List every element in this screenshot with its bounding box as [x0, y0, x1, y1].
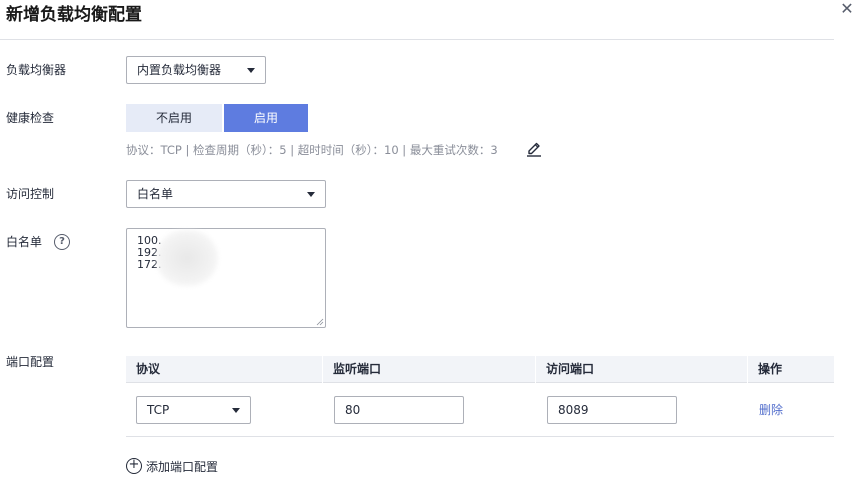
add-port-config-label: 添加端口配置 [146, 459, 219, 474]
port-config-label: 端口配置 [6, 355, 55, 369]
load-balancer-label: 负载均衡器 [6, 63, 67, 77]
caret-down-icon [247, 68, 255, 73]
access-port-input[interactable]: 8089 [547, 396, 677, 424]
protocol-select[interactable]: TCP [136, 396, 251, 424]
close-icon[interactable]: ✕ [840, 1, 854, 17]
redaction-blur [156, 230, 218, 286]
table-row-divider [126, 436, 834, 437]
health-check-on-button[interactable]: 启用 [224, 104, 308, 132]
title-divider [0, 39, 834, 40]
add-port-config-button[interactable]: + 添加端口配置 [126, 457, 218, 475]
column-header-protocol: 协议 [136, 362, 161, 376]
caret-down-icon [307, 192, 315, 197]
delete-row-link[interactable]: 删除 [759, 402, 783, 418]
health-check-info: 协议：TCP | 检查周期（秒）：5 | 超时时间（秒）：10 | 最大重试次数… [126, 143, 498, 157]
access-control-label: 访问控制 [6, 187, 55, 201]
load-balancer-select-value: 内置负载均衡器 [137, 63, 222, 77]
dialog-title: 新增负载均衡配置 [6, 5, 142, 25]
health-check-off-button[interactable]: 不启用 [126, 104, 222, 132]
access-control-select-value: 白名单 [137, 187, 174, 201]
health-check-label: 健康检查 [6, 111, 55, 125]
load-balancer-select[interactable]: 内置负载均衡器 [126, 56, 266, 84]
whitelist-label: 白名单 [6, 235, 43, 249]
whitelist-textarea[interactable]: 100. 192. 172. [126, 228, 326, 328]
listen-port-input[interactable]: 80 [334, 396, 464, 424]
caret-down-icon [232, 408, 240, 413]
pencil-icon[interactable] [526, 139, 542, 157]
plus-circle-icon: + [126, 458, 142, 474]
port-table-header: 协议 监听端口 访问端口 操作 [126, 356, 834, 383]
protocol-select-value: TCP [147, 403, 170, 417]
question-circle-icon[interactable]: ? [54, 234, 70, 250]
column-header-listen-port: 监听端口 [333, 362, 382, 376]
access-control-select[interactable]: 白名单 [126, 180, 326, 208]
column-header-access-port: 访问端口 [546, 362, 595, 376]
column-header-action: 操作 [758, 362, 783, 376]
health-check-toggle: 不启用 启用 [126, 104, 308, 132]
resize-grip-icon[interactable] [316, 318, 324, 326]
